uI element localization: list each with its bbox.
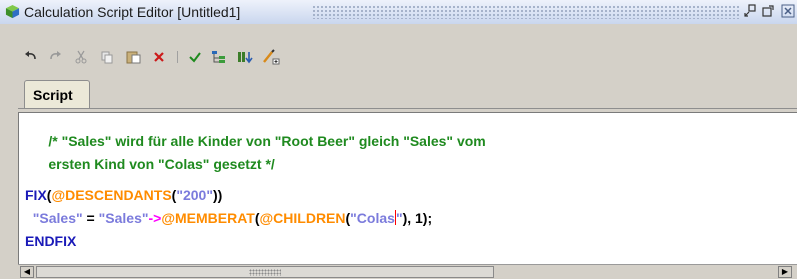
maximize-icon[interactable] — [760, 4, 776, 20]
comment-text: ersten Kind von "Colas" gesetzt */ — [48, 156, 275, 172]
string-literal: " — [395, 210, 403, 226]
code-line-comment-2: ersten Kind von "Colas" gesetzt */ — [25, 140, 275, 188]
code-line-fix: FIX(@DESCENDANTS("200")) — [25, 187, 222, 203]
paren: )) — [212, 187, 223, 203]
paste-icon[interactable] — [124, 48, 142, 66]
title-bar[interactable]: Calculation Script Editor [Untitled1] — [0, 0, 797, 25]
outline-tree-icon[interactable] — [210, 48, 228, 66]
string-literal: "Sales" — [32, 210, 83, 226]
string-literal: "Sales" — [98, 210, 149, 226]
function-memberat: @MEMBERAT — [161, 210, 255, 226]
keyword-endfix: ENDFIX — [25, 233, 77, 249]
toolbar-separator — [177, 51, 178, 63]
calculation-script-editor-window: Calculation Script Editor [Untitled1] Sc… — [0, 0, 797, 279]
horizontal-scrollbar[interactable]: ◀ ▶ — [18, 264, 797, 279]
insert-function-icon[interactable] — [262, 48, 280, 66]
redo-icon[interactable] — [46, 48, 64, 66]
cross-dimension-operator: -> — [148, 210, 162, 226]
tab-script-label: Script — [33, 87, 73, 103]
window-title: Calculation Script Editor [Untitled1] — [24, 4, 241, 20]
equals-operator: = — [82, 210, 99, 226]
delete-icon[interactable] — [150, 48, 168, 66]
script-editor[interactable]: /* "Sales" wird für alle Kinder von "Roo… — [18, 112, 797, 265]
validate-icon[interactable] — [186, 48, 204, 66]
string-literal: "Colas — [350, 210, 395, 226]
code-line-assignment: "Sales" = "Sales"->@MEMBERAT(@CHILDREN("… — [25, 210, 432, 226]
insert-members-icon[interactable] — [236, 48, 254, 66]
string-literal: "200" — [176, 187, 213, 203]
cube-icon — [5, 4, 20, 19]
copy-icon[interactable] — [98, 48, 116, 66]
close-icon[interactable] — [780, 4, 796, 20]
cut-icon[interactable] — [72, 48, 90, 66]
function-descendants: @DESCENDANTS — [51, 187, 172, 203]
restore-icon[interactable] — [742, 4, 758, 20]
title-bar-grip — [312, 5, 740, 19]
scroll-left-arrow-icon[interactable]: ◀ — [20, 266, 34, 278]
undo-icon[interactable] — [22, 48, 40, 66]
code-line-endfix: ENDFIX — [25, 233, 76, 249]
tab-script[interactable]: Script — [24, 80, 90, 109]
scroll-right-arrow-icon[interactable]: ▶ — [778, 266, 792, 278]
paren: ), 1); — [402, 210, 433, 226]
scroll-thumb[interactable] — [36, 266, 494, 278]
scroll-thumb-grip — [249, 269, 281, 276]
keyword-fix: FIX — [25, 187, 47, 203]
toolbar — [0, 24, 797, 70]
function-children: @CHILDREN — [259, 210, 346, 226]
tab-underline — [18, 108, 797, 109]
